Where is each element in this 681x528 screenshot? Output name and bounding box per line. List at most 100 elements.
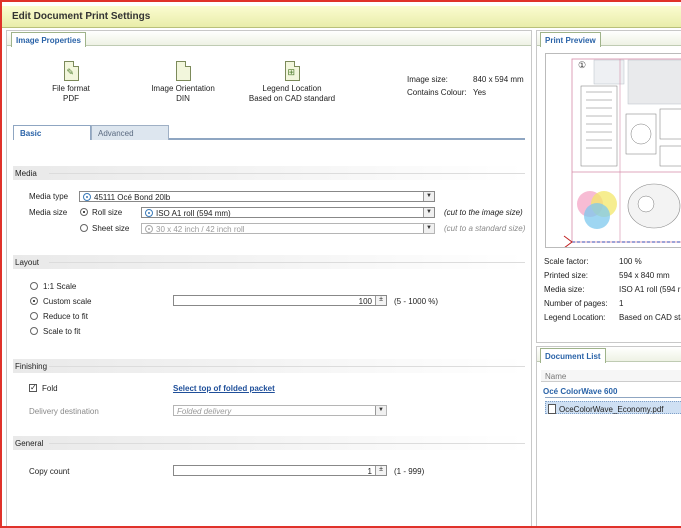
select-top-folded-packet-link[interactable]: Select top of folded packet	[173, 384, 275, 393]
reduce-to-fit-radio[interactable]	[30, 312, 38, 320]
chevron-down-icon: ▼	[423, 192, 434, 201]
settings-tabs: Basic Advanced	[13, 125, 525, 140]
file-format-icon: ✎	[63, 61, 79, 81]
sheet-icon	[145, 225, 153, 233]
orientation-label: Image Orientation	[151, 84, 215, 93]
window-title: Edit Document Print Settings	[2, 6, 681, 28]
svg-text:①: ①	[578, 60, 586, 70]
scale-factor-value: 100 %	[619, 257, 642, 266]
sheet-size-label: Sheet size	[92, 224, 130, 233]
roll-size-label: Roll size	[92, 208, 123, 217]
finishing-section-header: Finishing	[13, 359, 525, 373]
scale-factor-label: Scale factor:	[544, 257, 589, 266]
document-list-tabstrip: Document List	[537, 347, 681, 363]
tab-image-properties[interactable]: Image Properties	[11, 32, 86, 47]
copy-count-stepper[interactable]: 1 ±	[173, 465, 387, 476]
document-list-pane: Document List Name Océ ColorWave 600 Oce…	[536, 346, 681, 526]
legend-label: Legend Location	[262, 84, 322, 93]
window-frame: Edit Document Print Settings Image Prope…	[0, 0, 681, 528]
print-preview-pane: Print Preview ① Scale factor: 100 % Prin…	[536, 30, 681, 343]
custom-scale-radio[interactable]	[30, 297, 38, 305]
general-section-header: General	[13, 436, 525, 450]
tab-print-preview[interactable]: Print Preview	[540, 32, 601, 47]
file-format-value: PDF	[63, 94, 79, 103]
delivery-destination-value: Folded delivery	[177, 407, 232, 416]
image-size-value: 840 x 594 mm	[473, 75, 524, 84]
image-size-label: Image size:	[407, 75, 448, 84]
list-item[interactable]: OceColorWave_Economy.pdf	[545, 401, 681, 414]
spin-arrows-icon[interactable]: ±	[375, 296, 386, 305]
custom-scale-label: Custom scale	[43, 297, 92, 306]
media-icon	[83, 193, 91, 201]
sheet-size-radio[interactable]	[80, 224, 88, 232]
number-of-pages-value: 1	[619, 299, 624, 308]
fold-checkbox[interactable]: ✓	[29, 384, 37, 392]
spin-arrows-icon[interactable]: ±	[375, 466, 386, 475]
media-type-value: 45111 Océ Bond 20lb	[94, 193, 171, 202]
custom-scale-value: 100	[358, 297, 372, 306]
printed-size-label: Printed size:	[544, 271, 589, 280]
orientation-info: Image Orientation DIN	[143, 61, 223, 104]
scale-1to1-label: 1:1 Scale	[43, 282, 77, 291]
contains-colour-value: Yes	[473, 88, 487, 97]
roll-icon	[145, 209, 153, 217]
print-preview-tabstrip: Print Preview	[537, 31, 681, 47]
roll-size-hint: (cut to the image size)	[444, 208, 523, 217]
scale-factor-row: Scale factor: 100 %	[544, 257, 642, 266]
chevron-down-icon: ▼	[375, 406, 386, 415]
roll-size-value: ISO A1 roll (594 mm)	[156, 209, 231, 218]
legend-value: Based on CAD standard	[248, 94, 336, 103]
copy-count-range: (1 - 999)	[394, 467, 425, 476]
preview-media-size-value: ISO A1 roll (594 r	[619, 285, 681, 294]
sheet-size-hint: (cut to a standard size)	[444, 224, 526, 233]
printed-size-row: Printed size: 594 x 840 mm	[544, 271, 670, 280]
copy-count-value: 1	[367, 467, 372, 476]
sheet-size-select[interactable]: 30 x 42 inch / 42 inch roll ▼	[141, 223, 435, 234]
tab-basic[interactable]: Basic	[13, 125, 91, 140]
printer-group[interactable]: Océ ColorWave 600	[543, 387, 617, 396]
settings-pane: Image Properties ✎ File format PDF Image…	[6, 30, 532, 526]
roll-size-select[interactable]: ISO A1 roll (594 mm) ▼	[141, 207, 435, 218]
tab-advanced[interactable]: Advanced	[91, 125, 169, 140]
media-size-row: Media size: ISO A1 roll (594 r	[544, 285, 680, 294]
preview-legend-label: Legend Location:	[544, 313, 606, 322]
layout-section-header: Layout	[13, 255, 525, 269]
custom-scale-stepper[interactable]: 100 ±	[173, 295, 387, 306]
legend-location-icon: ⊞	[284, 61, 300, 81]
reduce-to-fit-label: Reduce to fit	[43, 312, 88, 321]
tab-document-list[interactable]: Document List	[540, 348, 606, 363]
media-size-label: Media size	[29, 208, 68, 217]
delivery-destination-label: Delivery destination	[29, 407, 99, 416]
image-properties-tabstrip: Image Properties	[7, 31, 531, 47]
fold-label: Fold	[42, 384, 58, 393]
pdf-file-icon	[548, 404, 556, 414]
delivery-destination-select[interactable]: Folded delivery ▼	[173, 405, 387, 416]
preview-media-size-label: Media size:	[544, 285, 585, 294]
number-of-pages-label: Number of pages:	[544, 299, 608, 308]
preview-legend-value: Based on CAD sta	[619, 313, 681, 322]
legend-location-row: Legend Location: Based on CAD sta	[544, 313, 681, 322]
scale-to-fit-label: Scale to fit	[43, 327, 81, 336]
media-section-header: Media	[13, 166, 525, 180]
print-preview-thumbnail[interactable]: ①	[545, 53, 681, 248]
contains-colour-label: Contains Colour:	[407, 88, 467, 97]
chevron-down-icon: ▼	[423, 208, 434, 217]
orientation-value: DIN	[176, 94, 190, 103]
number-of-pages-row: Number of pages: 1	[544, 299, 623, 308]
column-header-name[interactable]: Name	[541, 370, 681, 382]
file-format-info: ✎ File format PDF	[41, 61, 101, 104]
printed-size-value: 594 x 840 mm	[619, 271, 670, 280]
page-orientation-icon	[175, 61, 191, 81]
custom-scale-range: (5 - 1000 %)	[394, 297, 439, 306]
roll-size-radio[interactable]	[80, 208, 88, 216]
copy-count-label: Copy count	[29, 467, 70, 476]
document-file-name: OceColorWave_Economy.pdf	[559, 405, 664, 414]
chevron-down-icon: ▼	[423, 224, 434, 233]
cad-drawing-preview: ①	[546, 54, 681, 247]
scale-1to1-radio[interactable]	[30, 282, 38, 290]
sheet-size-value: 30 x 42 inch / 42 inch roll	[156, 225, 245, 234]
file-format-label: File format	[52, 84, 90, 93]
group-divider	[545, 397, 681, 398]
media-type-select[interactable]: 45111 Océ Bond 20lb ▼	[79, 191, 435, 202]
scale-to-fit-radio[interactable]	[30, 327, 38, 335]
